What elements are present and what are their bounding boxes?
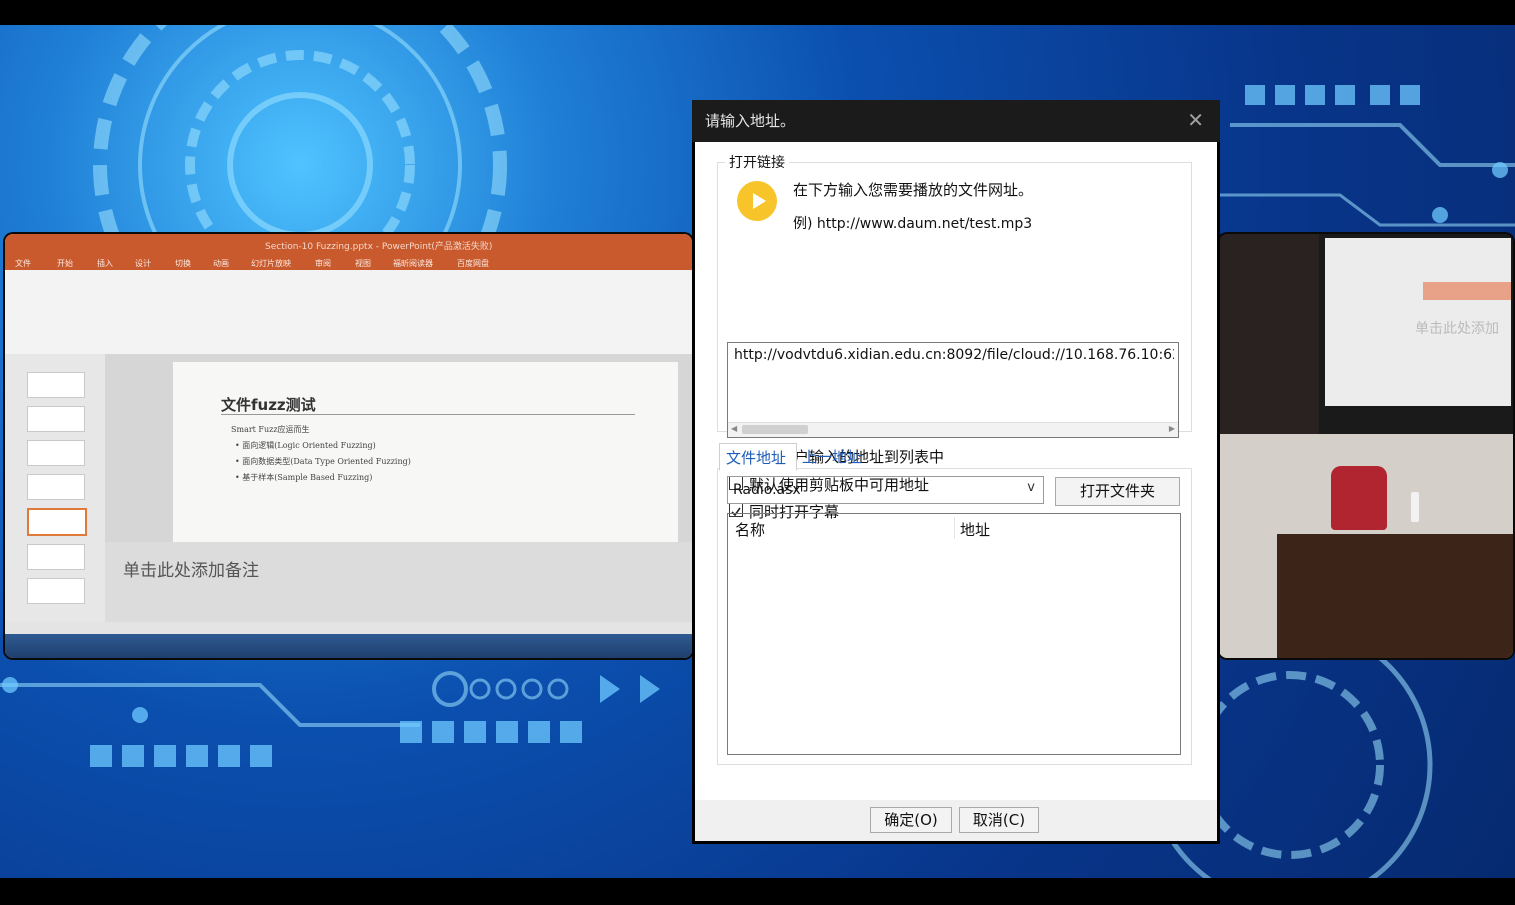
tab-previous-address[interactable]: 上一地址: [796, 443, 876, 469]
lecture-slides-video: Section-10 Fuzzing.pptx - PowerPoint(产品激…: [5, 234, 692, 658]
tab-label: 文件地址: [726, 449, 787, 467]
ppt-ribbon-tabs: 文件 开始 插入 设计 切换 动画 幻灯片放映 审阅 视图 福昕阅读器 百度网盘: [5, 256, 692, 270]
dialog-title: 请输入地址。: [705, 112, 796, 130]
ppt-tab: 审阅: [315, 259, 331, 268]
ok-button[interactable]: 确定(O): [870, 807, 952, 833]
red-backpack: [1331, 466, 1387, 530]
notes-placeholder: 单击此处添加备注: [123, 561, 259, 581]
slide-bullet: Smart Fuzz应运而生: [231, 425, 310, 434]
column-header-address[interactable]: 地址: [960, 519, 990, 540]
podium: [1277, 534, 1513, 658]
ppt-notes-area: 单击此处添加备注: [105, 542, 692, 622]
dialog-footer: 确定(O) 取消(C): [695, 800, 1217, 841]
slide-thumbnail: [27, 372, 85, 398]
ppt-tab: 切换: [175, 259, 191, 268]
select-value: Radio.asx: [733, 482, 801, 498]
playlist-select[interactable]: Radio.asx v: [727, 476, 1044, 504]
ppt-tab: 视图: [355, 259, 371, 268]
ppt-tab: 开始: [57, 259, 73, 268]
url-input[interactable]: http://vodvtdu6.xidian.edu.cn:8092/file/…: [727, 342, 1179, 438]
ppt-window-title: Section-10 Fuzzing.pptx - PowerPoint(产品激…: [265, 242, 493, 252]
url-input-value[interactable]: http://vodvtdu6.xidian.edu.cn:8092/file/…: [734, 347, 1174, 363]
slide-bullet: • 面向数据类型(Data Type Oriented Fuzzing): [235, 457, 411, 466]
open-url-dialog: 请输入地址。 ✕ 打开链接 在下方输入您需要播放的文件网址。 例) http:/…: [692, 100, 1220, 844]
scroll-right-icon[interactable]: ▶: [1169, 424, 1175, 433]
horizontal-scrollbar[interactable]: ◀ ▶: [728, 422, 1178, 437]
slide-heading: 文件fuzz测试: [221, 396, 316, 414]
column-header-name[interactable]: 名称: [735, 519, 765, 540]
slide-thumbnail: [27, 544, 85, 570]
chevron-down-icon: v: [1027, 480, 1035, 495]
slide-bullet: • 面向逻辑(Logic Oriented Fuzzing): [235, 441, 376, 450]
play-icon: [737, 181, 777, 221]
tab-file-address[interactable]: 文件地址: [719, 443, 797, 471]
slide-thumbnail: [27, 406, 85, 432]
slide-thumbnail-selected: [27, 508, 87, 536]
tab-label: 上一地址: [802, 448, 863, 466]
dialog-titlebar: 请输入地址。 ✕: [692, 100, 1220, 142]
slide-bullet: • 基于样本(Sample Based Fuzzing): [235, 473, 373, 482]
ppt-titlebar: Section-10 Fuzzing.pptx - PowerPoint(产品激…: [5, 234, 692, 256]
slide-divider: [221, 414, 635, 415]
windows-taskbar: [5, 634, 692, 658]
ppt-tab: 设计: [135, 259, 151, 268]
slide-thumbnail: [27, 474, 85, 500]
ppt-tab: 插入: [97, 259, 113, 268]
url-instruction: 在下方输入您需要播放的文件网址。: [793, 181, 1034, 199]
address-list[interactable]: 名称 地址: [727, 513, 1181, 755]
classroom-camera-video: 单击此处添加: [1219, 234, 1513, 658]
column-divider[interactable]: [954, 517, 955, 539]
ppt-statusbar: [5, 622, 692, 634]
scrollbar-thumb[interactable]: [742, 425, 808, 434]
close-icon[interactable]: ✕: [1187, 108, 1204, 132]
ppt-tab: 幻灯片放映: [251, 259, 291, 268]
projector-screen: 单击此处添加: [1325, 238, 1511, 406]
url-example: 例) http://www.daum.net/test.mp3: [793, 216, 1033, 232]
water-bottle: [1411, 492, 1419, 522]
screen-text: 单击此处添加: [1415, 321, 1499, 337]
ppt-tab: 动画: [213, 259, 229, 268]
open-folder-button[interactable]: 打开文件夹: [1055, 477, 1180, 506]
ppt-tab: 福昕阅读器: [393, 259, 433, 268]
ppt-thumbnail-panel: [5, 354, 105, 622]
screen-orange-block: [1423, 282, 1511, 300]
ppt-ribbon: [5, 270, 692, 355]
slide-thumbnail: [27, 578, 85, 604]
dialog-body: 打开链接 在下方输入您需要播放的文件网址。 例) http://www.daum…: [695, 142, 1217, 841]
projector-screen-frame: 单击此处添加: [1319, 234, 1513, 434]
scroll-left-icon[interactable]: ◀: [731, 424, 737, 433]
cancel-button[interactable]: 取消(C): [959, 807, 1039, 833]
ppt-tab: 百度网盘: [457, 259, 489, 268]
open-link-label: 打开链接: [725, 152, 789, 172]
ppt-tab: 文件: [15, 259, 31, 268]
slide-thumbnail: [27, 440, 85, 466]
